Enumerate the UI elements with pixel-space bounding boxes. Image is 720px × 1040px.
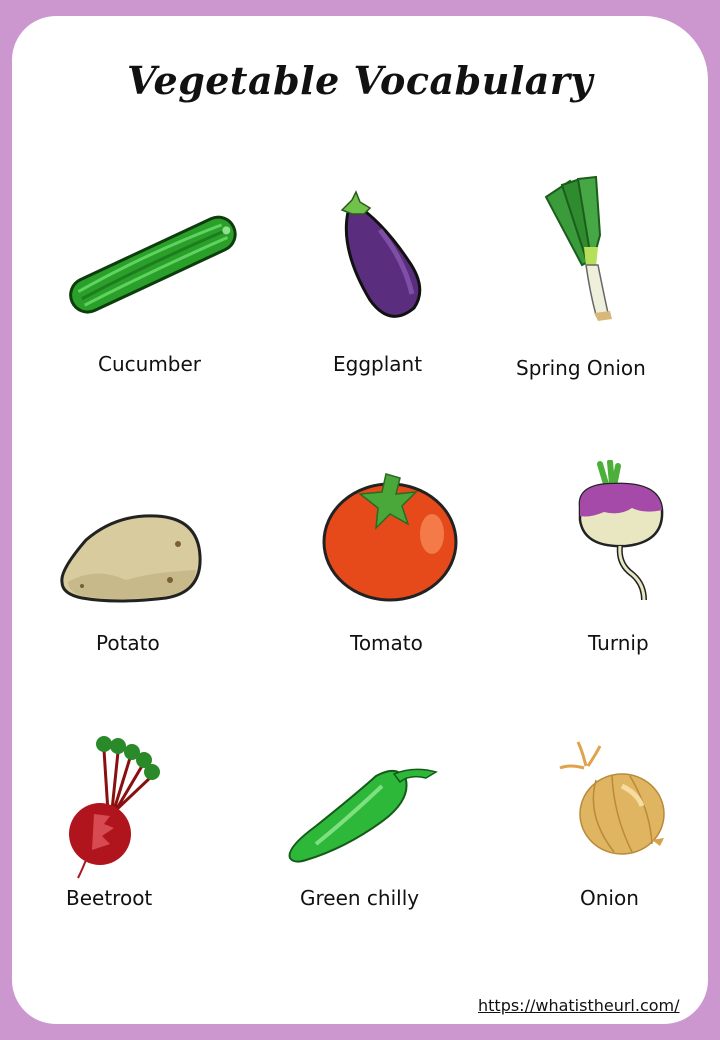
turnip-icon [578, 460, 664, 601]
tomato-icon [322, 473, 458, 602]
eggplant-icon [340, 190, 422, 318]
vegetable-label: Tomato [350, 631, 423, 655]
vegetable-label: Turnip [588, 631, 649, 655]
page-title: Vegetable Vocabulary [127, 58, 593, 103]
footer-link[interactable]: https://whatistheurl.com/ [478, 996, 680, 1015]
potato-icon [60, 514, 202, 603]
vegetable-label: Eggplant [333, 352, 423, 376]
vegetable-label: Potato [96, 631, 160, 655]
beetroot-icon [69, 736, 160, 879]
green-chilly-icon [288, 768, 438, 863]
spring-onion-icon [544, 175, 612, 321]
vegetable-label: Beetroot [66, 886, 153, 910]
vegetable-label: Onion [580, 886, 639, 910]
vegetable-label: Cucumber [98, 352, 202, 376]
vegetable-label: Spring Onion [516, 356, 646, 380]
vegetable-label: Green chilly [300, 886, 420, 910]
cucumber-icon [69, 215, 237, 314]
onion-icon [559, 741, 665, 855]
